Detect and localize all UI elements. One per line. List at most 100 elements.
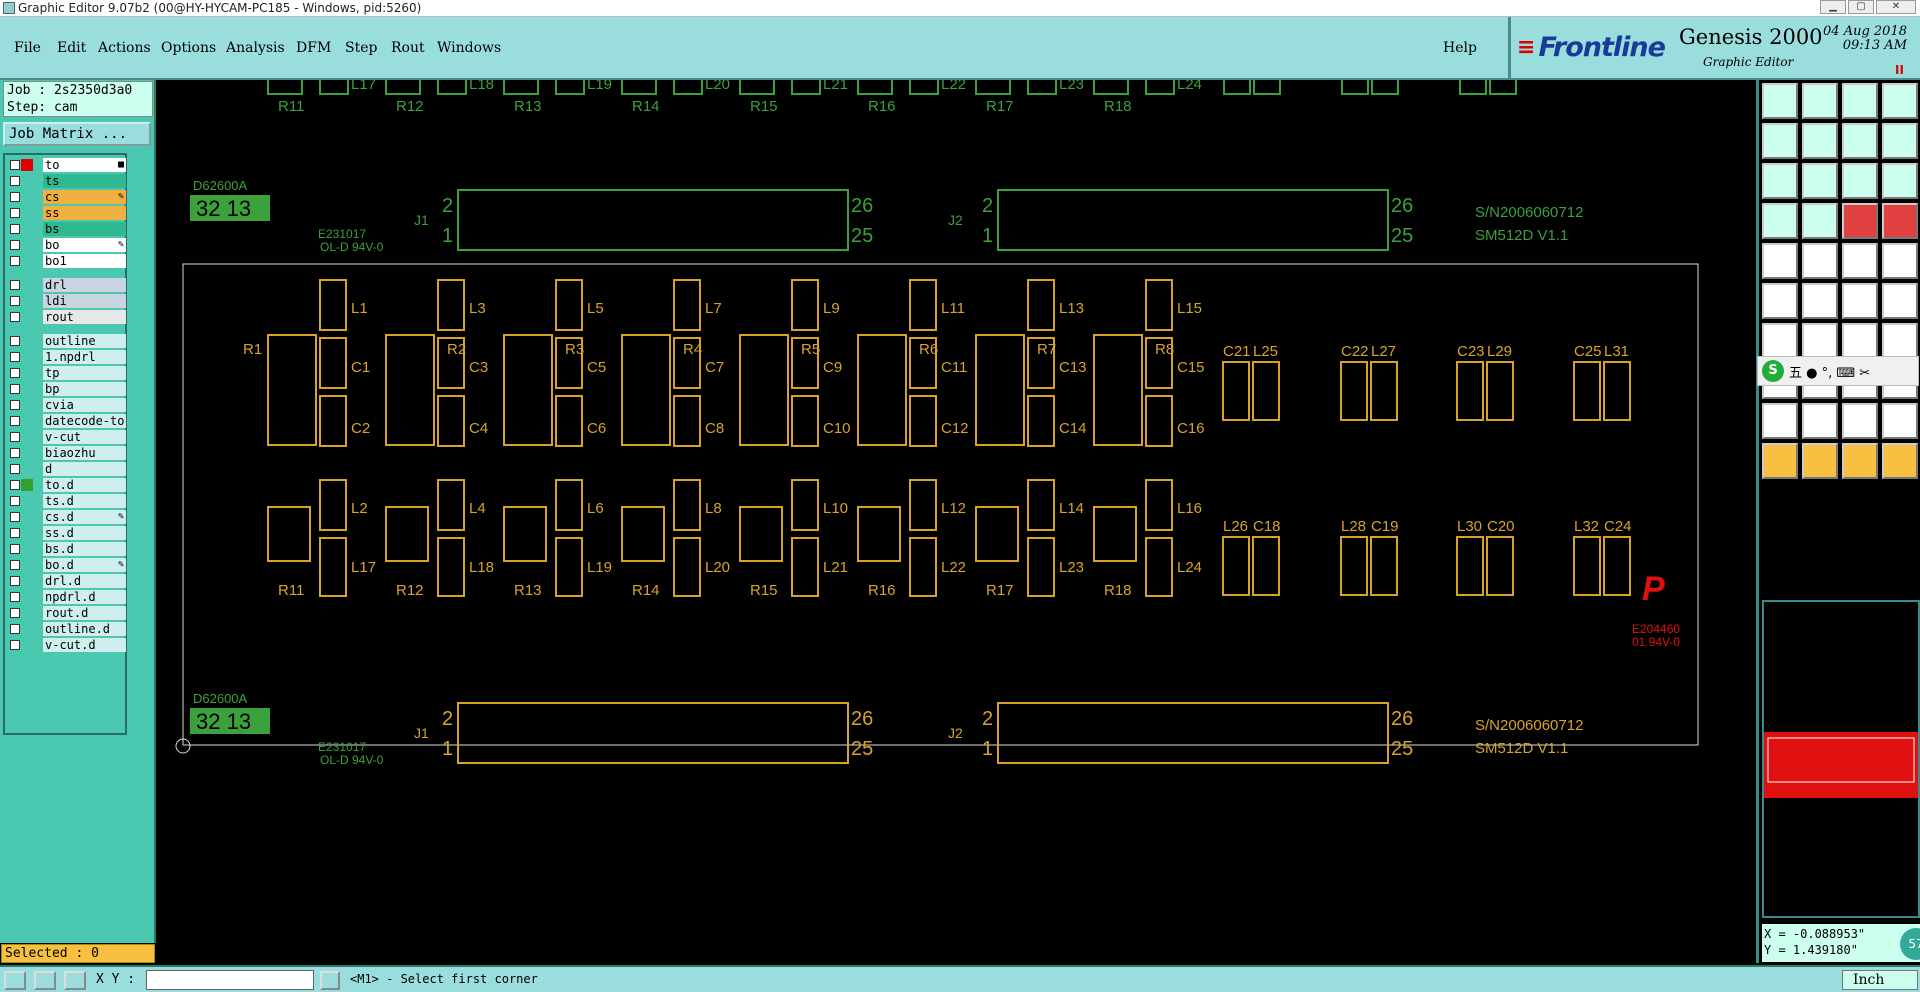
layer-row-d[interactable]: d: [8, 462, 126, 476]
layer-name[interactable]: cs ✎: [43, 190, 126, 204]
layer-checkbox[interactable]: [10, 296, 20, 306]
layer-row-drl.d[interactable]: drl.d: [8, 574, 126, 588]
layer-name[interactable]: bo ✎: [43, 238, 126, 252]
home-icon[interactable]: [1842, 83, 1878, 119]
layer-checkbox[interactable]: [10, 544, 20, 554]
layer-name[interactable]: bs: [43, 222, 126, 236]
pad-icon[interactable]: [1882, 243, 1918, 279]
grid-icon[interactable]: [64, 971, 86, 990]
layer-icon[interactable]: [1842, 203, 1878, 239]
menu-dfm[interactable]: DFM: [296, 40, 331, 56]
layer-row-cvia[interactable]: cvia: [8, 398, 126, 412]
layer-row-bs.d[interactable]: bs.d: [8, 542, 126, 556]
paint-icon[interactable]: [1762, 203, 1798, 239]
layer-checkbox[interactable]: [10, 192, 20, 202]
layer-row-bo[interactable]: bo ✎: [8, 238, 126, 252]
layer-row-bo1[interactable]: bo1: [8, 254, 126, 268]
layer-name[interactable]: to ■: [43, 158, 126, 172]
align-icon[interactable]: [1882, 123, 1918, 159]
menu-step[interactable]: Step: [345, 40, 377, 56]
zoom-fit-icon[interactable]: [1762, 163, 1798, 199]
delta-icon[interactable]: [1802, 403, 1838, 439]
layer-checkbox[interactable]: [10, 576, 20, 586]
grid-toggle-icon[interactable]: [1802, 203, 1838, 239]
layer-row-cs[interactable]: cs ✎: [8, 190, 126, 204]
layer-name[interactable]: bo.d ✎: [43, 558, 126, 572]
layer-row-datecode-to[interactable]: datecode-to: [8, 414, 126, 428]
split-icon[interactable]: [1842, 123, 1878, 159]
layer-checkbox[interactable]: [10, 560, 20, 570]
menu-help[interactable]: Help: [1443, 40, 1477, 56]
xy-input[interactable]: [146, 970, 314, 990]
layer-checkbox[interactable]: [10, 336, 20, 346]
stretch-icon[interactable]: [1882, 443, 1918, 479]
layer-row-drl[interactable]: drl: [8, 278, 126, 292]
maximize-button[interactable]: ▢: [1848, 0, 1874, 14]
layer-name[interactable]: outline.d: [43, 622, 126, 636]
minimize-button[interactable]: ▁: [1820, 0, 1846, 14]
triangle-icon[interactable]: [1762, 403, 1798, 439]
layer-checkbox[interactable]: [10, 312, 20, 322]
prev-icon[interactable]: [1762, 123, 1798, 159]
layer-name[interactable]: bo1: [43, 254, 126, 268]
layer-name[interactable]: d: [43, 462, 126, 476]
layer-row-biaozhu[interactable]: biaozhu: [8, 446, 126, 460]
cross-icon[interactable]: [1802, 283, 1838, 319]
layer-row-bo.d[interactable]: bo.d ✎: [8, 558, 126, 572]
layer-row-v-cut[interactable]: v-cut: [8, 430, 126, 444]
select-icon[interactable]: [1802, 443, 1838, 479]
layer-row-rout.d[interactable]: rout.d: [8, 606, 126, 620]
menu-options[interactable]: Options: [161, 40, 216, 56]
layer-checkbox[interactable]: [10, 208, 20, 218]
layer-checkbox[interactable]: [10, 160, 20, 170]
layer-checkbox[interactable]: [10, 592, 20, 602]
layer-checkbox[interactable]: [10, 352, 20, 362]
bridge-icon[interactable]: [1882, 403, 1918, 439]
layer-name[interactable]: ts.d: [43, 494, 126, 508]
layer-row-ldi[interactable]: ldi: [8, 294, 126, 308]
layer-checkbox[interactable]: [10, 528, 20, 538]
layer-row-ts[interactable]: ts: [8, 174, 126, 188]
snap-pad-icon[interactable]: [1762, 243, 1798, 279]
layer-row-ss.d[interactable]: ss.d: [8, 526, 126, 540]
layer-name[interactable]: npdrl.d: [43, 590, 126, 604]
pointer-icon[interactable]: [1762, 443, 1798, 479]
layer-name[interactable]: cvia: [43, 398, 126, 412]
slash-icon[interactable]: [1802, 323, 1838, 359]
layer-checkbox[interactable]: [10, 608, 20, 618]
layer-name[interactable]: cs.d ✎: [43, 510, 126, 524]
route-icon[interactable]: [1882, 283, 1918, 319]
layer-name[interactable]: rout.d: [43, 606, 126, 620]
layer-checkbox[interactable]: [10, 400, 20, 410]
layer-row-outline[interactable]: outline: [8, 334, 126, 348]
layer-name[interactable]: datecode-to: [43, 414, 126, 428]
layer-name[interactable]: ts: [43, 174, 126, 188]
menu-edit[interactable]: Edit: [57, 40, 86, 56]
layer-row-ts.d[interactable]: ts.d: [8, 494, 126, 508]
layer-row-tp[interactable]: tp: [8, 366, 126, 380]
job-matrix-button[interactable]: Job Matrix ...: [3, 122, 151, 146]
layer-name[interactable]: bs.d: [43, 542, 126, 556]
open-step-icon[interactable]: [1762, 83, 1798, 119]
layer-name[interactable]: bp: [43, 382, 126, 396]
zoom-fit-icon[interactable]: [4, 971, 26, 990]
layer-checkbox[interactable]: [10, 256, 20, 266]
net-icon[interactable]: [1882, 203, 1918, 239]
zoom-1to1-icon[interactable]: [1842, 163, 1878, 199]
layer-checkbox[interactable]: [10, 416, 20, 426]
layer-name[interactable]: ss: [43, 206, 126, 220]
layer-row-npdrl.d[interactable]: npdrl.d: [8, 590, 126, 604]
pan-icon[interactable]: [1802, 163, 1838, 199]
layer-name[interactable]: biaozhu: [43, 446, 126, 460]
layer-row-1.npdrl[interactable]: 1.npdrl: [8, 350, 126, 364]
connect-icon[interactable]: [1842, 283, 1878, 319]
layer-row-ss[interactable]: ss: [8, 206, 126, 220]
layer-name[interactable]: v-cut.d: [43, 638, 126, 652]
draw-icon[interactable]: [1802, 243, 1838, 279]
layer-checkbox[interactable]: [10, 368, 20, 378]
arc-icon[interactable]: [1842, 323, 1878, 359]
layer-row-to[interactable]: to ■: [8, 158, 126, 172]
close-button[interactable]: ✕: [1876, 0, 1916, 14]
layer-checkbox[interactable]: [10, 280, 20, 290]
layer-name[interactable]: outline: [43, 334, 126, 348]
